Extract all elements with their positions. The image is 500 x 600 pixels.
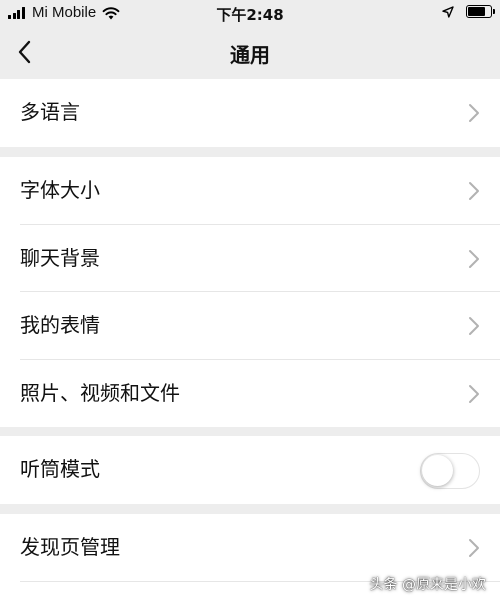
settings-group-earpiece: 听筒模式 (0, 436, 500, 504)
battery-icon (466, 5, 495, 18)
chevron-right-icon (469, 104, 479, 122)
location-arrow-icon (442, 5, 454, 18)
settings-row-font-size[interactable]: 字体大小 (0, 157, 500, 225)
row-label: 照片、视频和文件 (20, 380, 180, 405)
status-right (442, 5, 495, 18)
chevron-right-icon (469, 249, 479, 268)
settings-row-discover-page-management[interactable]: 发现页管理 (0, 514, 500, 582)
chevron-right-icon (469, 317, 479, 335)
settings-row-language[interactable]: 多语言 (0, 79, 500, 147)
settings-row-photos-videos-files[interactable]: 照片、视频和文件 (0, 360, 500, 428)
chevron-right-icon (469, 182, 479, 200)
settings-row-my-stickers[interactable]: 我的表情 (0, 292, 500, 360)
chevron-right-icon (469, 384, 479, 403)
settings-row-earpiece-mode: 听筒模式 (0, 436, 500, 504)
chevron-right-icon (469, 539, 479, 557)
navigation-bar: 通用 (0, 26, 500, 78)
row-label: 字体大小 (20, 178, 100, 202)
row-label: 聊天背景 (20, 245, 100, 270)
row-label: 听筒模式 (20, 457, 100, 481)
settings-row-chat-background[interactable]: 聊天背景 (0, 225, 500, 292)
page-title: 通用 (230, 43, 270, 67)
settings-group-display: 字体大小 聊天背景 我的表情 照片、视频和文件 (0, 157, 500, 427)
earpiece-mode-toggle[interactable] (420, 453, 480, 489)
toggle-knob (422, 455, 453, 486)
watermark-text: 头条 @原来是小欢 (369, 577, 486, 593)
status-bar: Mi Mobile 下午2:48 (0, 0, 500, 26)
settings-group-language: 多语言 (0, 79, 500, 147)
row-label: 我的表情 (20, 313, 100, 337)
status-time: 下午2:48 (216, 6, 284, 24)
row-label: 发现页管理 (20, 535, 120, 559)
row-label: 多语言 (20, 100, 80, 124)
